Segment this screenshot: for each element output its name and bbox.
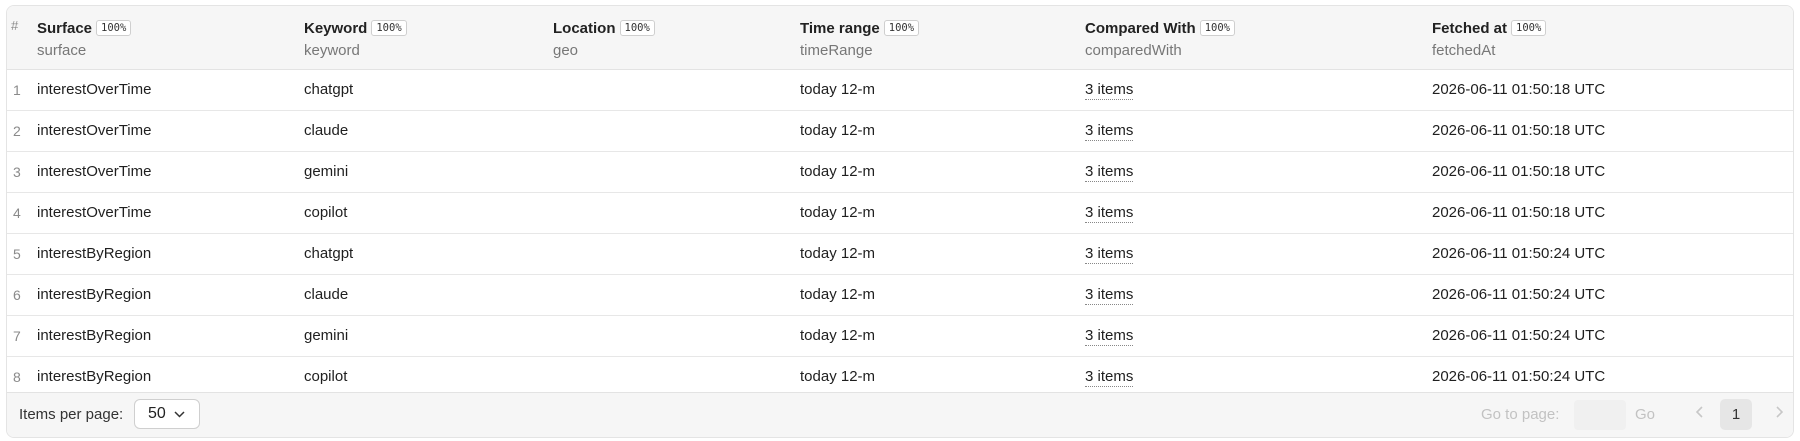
column-header-fetched-at[interactable]: Fetched at 100% fetchedAt [1432, 16, 1547, 59]
compared-with-link[interactable]: 3 items [1085, 327, 1134, 346]
row-index: 4 [13, 205, 21, 221]
cell-keyword: gemini [304, 327, 349, 344]
row-index: 6 [13, 287, 21, 303]
cell-fetched-at: 2026-06-11 01:50:18 UTC [1432, 122, 1606, 139]
items-per-page-label: Items per page: [19, 406, 124, 423]
table-row[interactable]: 3 interestOverTime gemini today 12-m 3 i… [7, 152, 1793, 193]
row-index: 3 [13, 164, 21, 180]
cell-surface: interestByRegion [37, 286, 152, 303]
cell-keyword: chatgpt [304, 81, 354, 98]
column-key: geo [553, 42, 579, 59]
fill-rate-badge: 100% [371, 20, 407, 36]
chevron-right-icon[interactable] [1774, 403, 1784, 424]
cell-surface: interestByRegion [37, 368, 152, 385]
cell-time-range: today 12-m [800, 122, 876, 139]
row-index: 1 [13, 82, 21, 98]
fill-rate-badge: 100% [1511, 20, 1547, 36]
row-index: 5 [13, 246, 21, 262]
cell-time-range: today 12-m [800, 81, 876, 98]
column-header-time-range[interactable]: Time range 100% timeRange [800, 16, 920, 59]
fill-rate-badge: 100% [1199, 20, 1235, 36]
go-to-page-label: Go to page: [1481, 406, 1560, 423]
chevron-down-icon [174, 407, 185, 421]
compared-with-link[interactable]: 3 items [1085, 81, 1134, 100]
pagination-bar: Items per page: 50 Go to page: Go 1 [7, 392, 1793, 437]
column-key: timeRange [800, 42, 873, 59]
cell-keyword: claude [304, 122, 349, 139]
cell-surface: interestOverTime [37, 204, 152, 221]
cell-time-range: today 12-m [800, 327, 876, 344]
cell-surface: interestByRegion [37, 327, 152, 344]
column-key: comparedWith [1085, 42, 1182, 59]
go-button[interactable]: Go [1635, 406, 1655, 423]
compared-with-link[interactable]: 3 items [1085, 245, 1134, 264]
go-to-page-input[interactable] [1574, 400, 1626, 430]
table-header: # Surface 100% surface Keyword 100% keywor… [7, 6, 1793, 70]
cell-surface: interestByRegion [37, 245, 152, 262]
page-button-current[interactable]: 1 [1720, 399, 1752, 430]
table-row[interactable]: 2 interestOverTime claude today 12-m 3 i… [7, 111, 1793, 152]
column-label: Fetched at [1432, 19, 1508, 37]
cell-fetched-at: 2026-06-11 01:50:18 UTC [1432, 204, 1606, 221]
cell-fetched-at: 2026-06-11 01:50:24 UTC [1432, 245, 1606, 262]
cell-fetched-at: 2026-06-11 01:50:18 UTC [1432, 81, 1606, 98]
column-header-surface[interactable]: Surface 100% surface [37, 16, 132, 59]
column-header-location[interactable]: Location 100% geo [553, 16, 655, 59]
cell-time-range: today 12-m [800, 163, 876, 180]
cell-time-range: today 12-m [800, 368, 876, 385]
column-header-compared-with[interactable]: Compared With 100% comparedWith [1085, 16, 1235, 59]
table-row[interactable]: 4 interestOverTime copilot today 12-m 3 … [7, 193, 1793, 234]
column-header-keyword[interactable]: Keyword 100% keyword [304, 16, 407, 59]
items-per-page-value: 50 [148, 405, 166, 422]
compared-with-link[interactable]: 3 items [1085, 368, 1134, 387]
row-index: 2 [13, 123, 21, 139]
index-header: # [11, 18, 19, 33]
cell-surface: interestOverTime [37, 122, 152, 139]
table-row[interactable]: 7 interestByRegion gemini today 12-m 3 i… [7, 316, 1793, 357]
cell-fetched-at: 2026-06-11 01:50:24 UTC [1432, 286, 1606, 303]
cell-keyword: claude [304, 286, 349, 303]
table-row[interactable]: 5 interestByRegion chatgpt today 12-m 3 … [7, 234, 1793, 275]
compared-with-link[interactable]: 3 items [1085, 286, 1134, 305]
cell-keyword: chatgpt [304, 245, 354, 262]
cell-keyword: copilot [304, 204, 348, 221]
cell-keyword: gemini [304, 163, 349, 180]
column-label: Keyword [304, 19, 368, 37]
cell-time-range: today 12-m [800, 204, 876, 221]
cell-time-range: today 12-m [800, 286, 876, 303]
data-table: # Surface 100% surface Keyword 100% keywor… [6, 5, 1794, 438]
column-label: Time range [800, 19, 880, 37]
column-key: keyword [304, 42, 360, 59]
chevron-left-icon[interactable] [1695, 403, 1705, 424]
table-body: 1 interestOverTime chatgpt today 12-m 3 … [7, 70, 1793, 398]
cell-fetched-at: 2026-06-11 01:50:24 UTC [1432, 327, 1606, 344]
items-per-page-select[interactable]: 50 [134, 399, 200, 429]
table-row[interactable]: 1 interestOverTime chatgpt today 12-m 3 … [7, 70, 1793, 111]
column-key: surface [37, 42, 87, 59]
table-row[interactable]: 6 interestByRegion claude today 12-m 3 i… [7, 275, 1793, 316]
compared-with-link[interactable]: 3 items [1085, 163, 1134, 182]
cell-surface: interestOverTime [37, 163, 152, 180]
fill-rate-badge: 100% [619, 20, 655, 36]
column-label: Compared With [1085, 19, 1196, 37]
compared-with-link[interactable]: 3 items [1085, 122, 1134, 141]
row-index: 7 [13, 328, 21, 344]
compared-with-link[interactable]: 3 items [1085, 204, 1134, 223]
fill-rate-badge: 100% [883, 20, 920, 36]
column-label: Location [553, 19, 616, 37]
fill-rate-badge: 100% [96, 20, 132, 36]
cell-fetched-at: 2026-06-11 01:50:18 UTC [1432, 163, 1606, 180]
row-index: 8 [13, 369, 21, 385]
cell-fetched-at: 2026-06-11 01:50:24 UTC [1432, 368, 1606, 385]
cell-time-range: today 12-m [800, 245, 876, 262]
cell-keyword: copilot [304, 368, 348, 385]
column-key: fetchedAt [1432, 42, 1496, 59]
column-label: Surface [37, 19, 93, 37]
cell-surface: interestOverTime [37, 81, 152, 98]
